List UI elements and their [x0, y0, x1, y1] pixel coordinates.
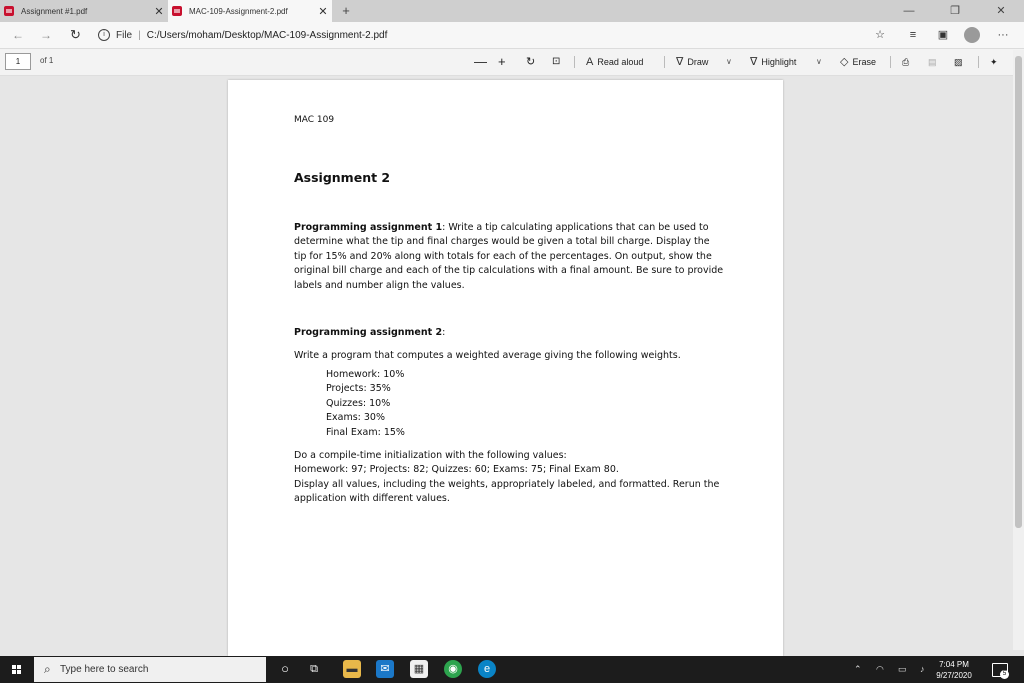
search-icon: ⌕: [44, 662, 51, 676]
profile-avatar[interactable]: [964, 27, 980, 43]
close-tab-icon[interactable]: ✕: [150, 5, 168, 18]
toolbar-divider: [890, 56, 891, 68]
assignment-2-colon: :: [442, 327, 446, 338]
file-explorer-icon[interactable]: ▬: [343, 660, 361, 678]
scrollbar-thumb[interactable]: [1015, 56, 1022, 528]
info-icon[interactable]: i: [98, 29, 110, 41]
clock-date: 9/27/2020: [936, 671, 972, 680]
show-hidden-icons-icon[interactable]: ⌃: [854, 656, 862, 683]
assignment-1-label: Programming assignment 1: [294, 222, 443, 233]
toolbar-divider: [978, 56, 979, 68]
pin-toolbar-icon[interactable]: ✦: [990, 53, 998, 71]
init-line: Display all values, including the weight…: [294, 478, 720, 505]
assignment-1-paragraph: Programming assignment 1: Write a tip ca…: [294, 221, 724, 293]
forward-icon[interactable]: →: [40, 22, 52, 48]
highlight-label: Highlight: [761, 57, 797, 67]
clock-time: 7:04 PM: [939, 660, 969, 669]
favorites-list-icon[interactable]: ≡: [904, 26, 922, 44]
refresh-icon[interactable]: ↻: [70, 22, 81, 48]
draw-pen-icon: ∇: [676, 56, 684, 68]
weight-item: Homework: 10%: [326, 369, 405, 380]
assignment-2-heading: Programming assignment 2:: [294, 326, 724, 340]
read-aloud-button[interactable]: A Read aloud: [586, 53, 643, 71]
read-aloud-label: Read aloud: [597, 57, 644, 67]
edge-icon[interactable]: e: [478, 660, 496, 678]
tab-assignment-1[interactable]: Assignment #1.pdf ✕: [0, 0, 168, 22]
tab-title: Assignment #1.pdf: [21, 6, 88, 16]
weights-list: Homework: 10% Projects: 35% Quizzes: 10%…: [326, 368, 405, 440]
taskbar-search-box[interactable]: ⌕ Type here to search: [34, 657, 266, 682]
restore-button[interactable]: ❐: [932, 0, 978, 22]
save-as-icon[interactable]: ▨: [954, 53, 963, 71]
page-number-input[interactable]: 1: [5, 53, 31, 70]
scheme-label: File: [116, 29, 133, 41]
search-placeholder: Type here to search: [60, 664, 149, 675]
init-line: Do a compile-time initialization with th…: [294, 450, 567, 461]
url-field[interactable]: i File | C:/Users/moham/Desktop/MAC-109-…: [98, 25, 898, 45]
system-clock[interactable]: 7:04 PM 9/27/2020: [930, 659, 978, 681]
windows-logo-icon: [12, 665, 16, 669]
assignment-2-label: Programming assignment 2: [294, 327, 443, 338]
rotate-icon[interactable]: ↻: [526, 53, 535, 71]
store-icon[interactable]: ▦: [410, 660, 428, 678]
notification-count-badge: 5: [1000, 670, 1009, 679]
battery-icon[interactable]: ▭: [898, 656, 907, 683]
tab-title: MAC-109-Assignment-2.pdf: [189, 6, 288, 16]
windows-taskbar: ⌕ Type here to search ○ ⧉ ▬ ✉ ▦ ◉ e ⌃ ◠ …: [0, 656, 1024, 683]
draw-button[interactable]: ∇ Draw: [676, 53, 708, 71]
pdf-page: MAC 109 Assignment 2 Programming assignm…: [228, 80, 783, 656]
weight-item: Final Exam: 15%: [326, 426, 405, 438]
highlight-button[interactable]: ∇ Highlight: [750, 53, 796, 71]
course-code: MAC 109: [294, 115, 335, 125]
toolbar-divider: [574, 56, 575, 68]
new-tab-button[interactable]: +: [338, 0, 354, 22]
url-text: C:/Users/moham/Desktop/MAC-109-Assignmen…: [146, 29, 388, 41]
tab-bar: Assignment #1.pdf ✕ MAC-109-Assignment-2…: [0, 0, 1024, 22]
init-line: Homework: 97; Projects: 82; Quizzes: 60;…: [294, 464, 619, 476]
assignment-2-intro: Write a program that computes a weighted…: [294, 350, 681, 361]
save-icon[interactable]: ▤: [928, 53, 937, 71]
address-bar: ← → ↻ i File | C:/Users/moham/Desktop/MA…: [0, 22, 1024, 49]
chrome-icon[interactable]: ◉: [444, 660, 462, 678]
minimize-button[interactable]: —: [886, 0, 932, 22]
back-icon[interactable]: ←: [12, 22, 24, 48]
start-button[interactable]: [0, 656, 34, 683]
close-tab-icon[interactable]: ✕: [314, 5, 332, 18]
more-menu-icon[interactable]: ···: [994, 26, 1012, 44]
fit-page-icon[interactable]: ⊡: [552, 53, 560, 71]
erase-button[interactable]: ◇ Erase: [840, 53, 876, 71]
page-count: of 1: [40, 56, 54, 65]
wifi-icon[interactable]: ◠: [876, 656, 884, 683]
pdf-file-icon: [172, 6, 182, 16]
cortana-icon[interactable]: ○: [276, 660, 294, 678]
print-icon[interactable]: ⎙: [902, 53, 909, 71]
highlight-icon: ∇: [750, 56, 758, 68]
volume-icon[interactable]: ♪: [920, 656, 925, 683]
weight-item: Exams: 30%: [326, 412, 385, 424]
url-separator: |: [138, 29, 141, 41]
draw-options-chevron-down-icon[interactable]: ∨: [726, 53, 732, 71]
draw-label: Draw: [687, 57, 709, 67]
pdf-file-icon: [4, 6, 14, 16]
favorite-star-icon[interactable]: ☆: [871, 26, 889, 44]
zoom-in-icon[interactable]: +: [498, 53, 506, 71]
document-title: Assignment 2: [294, 170, 391, 185]
eraser-icon: ◇: [840, 56, 849, 68]
weight-item: Projects: 35%: [326, 383, 391, 395]
zoom-out-icon[interactable]: —: [474, 53, 487, 71]
task-view-icon[interactable]: ⧉: [305, 660, 323, 678]
pdf-toolbar: 1 of 1 — + ↻ ⊡ A Read aloud ∇ Draw ∨ ∇ H…: [0, 49, 1024, 76]
read-aloud-icon: A: [586, 56, 594, 68]
tab-assignment-2[interactable]: MAC-109-Assignment-2.pdf ✕: [168, 0, 332, 22]
initialization-paragraph: Do a compile-time initialization with th…: [294, 449, 724, 507]
toolbar-divider: [664, 56, 665, 68]
weight-item: Quizzes: 10%: [326, 397, 391, 409]
collections-icon[interactable]: ▣: [934, 26, 952, 44]
close-window-button[interactable]: ✕: [978, 0, 1024, 22]
highlight-options-chevron-down-icon[interactable]: ∨: [816, 53, 822, 71]
erase-label: Erase: [852, 57, 876, 67]
mail-icon[interactable]: ✉: [376, 660, 394, 678]
